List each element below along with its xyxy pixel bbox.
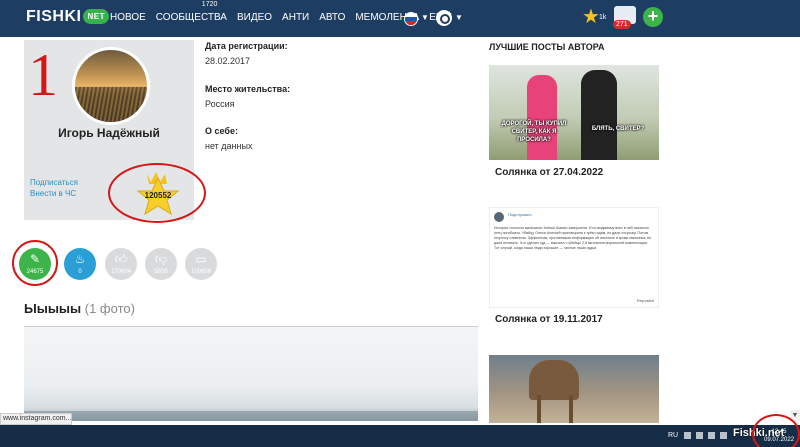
annotation-circle-rating (108, 163, 206, 223)
doc-tag: Reposted (636, 298, 654, 303)
blacklist-link[interactable]: Внести в ЧС (30, 189, 76, 198)
main-nav: НОВОЕ СООБЩЕСТВА 1720 ВИДЕО АНТИ АВТО МЕ… (110, 1, 452, 23)
nav-item-communities[interactable]: СООБЩЕСТВА 1720 (155, 1, 227, 23)
post-thumbnail[interactable]: ДОРОГОЙ, ТЫ КУПИЛ СВИТЕР, КАК Я ПРОСИЛА?… (489, 65, 659, 160)
album-photo[interactable] (24, 326, 478, 421)
registration-date-label: Дата регистрации: (205, 41, 288, 51)
camel-figure (529, 360, 579, 400)
avatar (494, 212, 504, 222)
username: Игорь Надёжный (58, 126, 160, 140)
comment-icon: ▭ (195, 252, 207, 266)
os-taskbar (0, 425, 800, 447)
top-navbar: FISHKI NET НОВОЕ СООБЩЕСТВА 1720 ВИДЕО АН… (0, 0, 800, 37)
language-indicator[interactable]: RU (668, 432, 678, 439)
annotation-circle-corner (752, 414, 800, 447)
logo-net-badge: NET (83, 9, 109, 24)
network-icon[interactable] (696, 432, 703, 439)
meme-caption-left: ДОРОГОЙ, ТЫ КУПИЛ СВИТЕР, КАК Я ПРОСИЛА? (501, 121, 567, 143)
post-title-1[interactable]: Солянка от 27.04.2022 (495, 167, 603, 178)
tray-icon[interactable] (684, 432, 691, 439)
thumbs-up-icon: 👍︎ (114, 252, 128, 266)
messages-count-badge: 271 (613, 20, 631, 29)
stat-comments-count: 109656 (190, 269, 212, 275)
stat-fire-count: 0 (78, 269, 82, 275)
flame-icon: ♨ (74, 252, 86, 266)
doc-author-name: Подслушано (508, 212, 532, 217)
album-title[interactable]: Ыыыыы (1 фото) (24, 301, 135, 316)
stat-fire[interactable]: ♨ 0 (64, 248, 96, 280)
album-count: (1 фото) (84, 301, 135, 316)
logo-text: FISHKI (26, 8, 82, 25)
nav-item-auto[interactable]: АВТО (319, 12, 345, 23)
stat-dislikes-count: 5656 (154, 269, 168, 275)
doc-body-text: История «плохого мальчика» Алёши Шамко з… (494, 226, 652, 250)
search-icon[interactable] (436, 10, 452, 26)
star-icon[interactable]: ★ (582, 7, 600, 27)
location-label: Место жительства: (205, 84, 291, 94)
thumbs-down-icon: 👎︎ (154, 252, 168, 266)
subscribe-link[interactable]: Подписаться (30, 178, 78, 187)
nav-item-new[interactable]: НОВОЕ (110, 12, 146, 23)
annotation-circle-posts (12, 240, 58, 286)
nav-item-anti[interactable]: АНТИ (282, 12, 309, 23)
camel-leg (537, 395, 541, 423)
woman-figure (527, 75, 557, 160)
status-url-bar: www.instagram.com... (0, 413, 72, 425)
best-posts-title: ЛУЧШИЕ ПОСТЫ АВТОРА (489, 42, 605, 52)
stars-count: 1k (599, 14, 607, 21)
profile-page: FISHKI NET НОВОЕ СООБЩЕСТВА 1720 ВИДЕО АН… (0, 0, 800, 447)
add-post-button[interactable]: + (643, 7, 663, 27)
avatar[interactable] (72, 47, 150, 125)
album-name: Ыыыыы (24, 301, 82, 316)
stat-likes[interactable]: 👍︎ 170604 (105, 248, 137, 280)
registration-date-value: 28.02.2017 (205, 56, 251, 66)
site-logo[interactable]: FISHKI NET (26, 8, 109, 26)
location-value: Россия (205, 99, 235, 109)
chevron-down-icon[interactable]: ▼ (421, 13, 429, 22)
communities-count-badge: 1720 (199, 1, 220, 8)
annotation-number: 1 (28, 42, 58, 108)
stat-dislikes[interactable]: 👎︎ 5656 (145, 248, 177, 280)
post-thumbnail[interactable]: Подслушано История «плохого мальчика» Ал… (489, 207, 659, 308)
post-thumbnail[interactable] (489, 355, 659, 423)
man-figure (581, 70, 617, 160)
volume-icon[interactable] (708, 432, 715, 439)
about-value: нет данных (205, 141, 253, 151)
stat-likes-count: 170604 (110, 269, 132, 275)
nav-item-video[interactable]: ВИДЕО (237, 12, 272, 23)
stat-comments[interactable]: ▭ 109656 (185, 248, 217, 280)
chevron-down-icon[interactable]: ▼ (455, 13, 463, 22)
about-label: О себе: (205, 126, 238, 136)
post-title-2[interactable]: Солянка от 19.11.2017 (495, 314, 603, 325)
nav-item-communities-label: СООБЩЕСТВА (155, 12, 227, 23)
meme-caption-right: БЛЯТЬ, СВИТЕР? (591, 126, 645, 132)
camel-leg (569, 395, 573, 423)
battery-icon[interactable] (720, 432, 727, 439)
russia-flag-icon[interactable] (404, 12, 418, 26)
